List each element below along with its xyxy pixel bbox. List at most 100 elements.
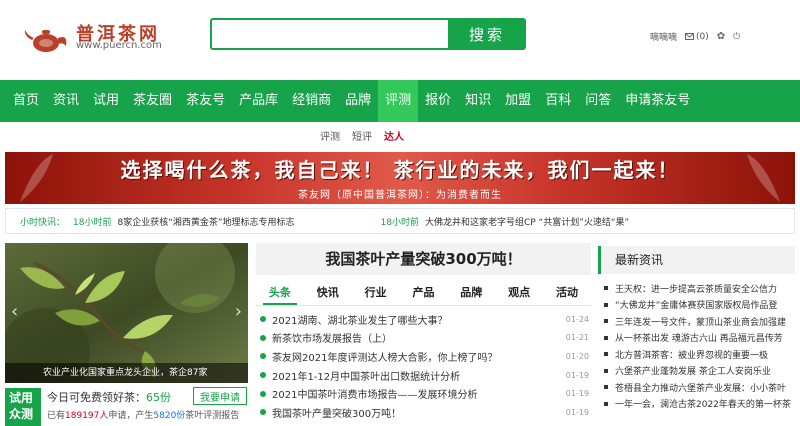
tab-products[interactable]: 产品 [406, 282, 440, 305]
list-item[interactable]: 茶友网2021年度评测达人榜大合影，你上榜了吗？ 01-20 [256, 347, 591, 366]
featured-photo[interactable]: ‹ › 农业产业化国家重点龙头企业，茶企87家 [5, 243, 248, 383]
trial-badge-bottom: 众测 [9, 407, 34, 421]
flash-item[interactable]: 大佛龙井和这家老字号组CP “共富计划”火速结“果” [425, 215, 629, 228]
tab-brands[interactable]: 品牌 [454, 282, 488, 305]
news-date: 01-20 [565, 351, 589, 361]
nav-item-wiki[interactable]: 百科 [538, 80, 578, 122]
banner-title: 选择喝什么茶，我自己来！ 茶行业的未来，我们一起来！ [120, 158, 680, 182]
site-header: 普洱茶网 www.puercn.com 搜索 嘀嘀嘀 (0) ✿ ⏻ [0, 0, 800, 80]
trial-section: 试用 众测 今日可免费领好茶：65份 我要申请 已有189197人申请，产生58… [5, 386, 248, 426]
latest-news-item[interactable]: 苍梧县全力推动六堡茶产业发展：小小茶叶 [615, 381, 786, 394]
settings-icon[interactable]: ✿ [717, 31, 725, 42]
list-item[interactable]: 北方普洱茶客：被业界忽视的重要一极 [598, 346, 795, 363]
list-item[interactable]: 2021湖南、湖北茶业发生了哪些大事？ 01-24 [256, 310, 591, 329]
subnav-item-experts[interactable]: 达人 [384, 128, 404, 143]
subnav-item-short-reviews[interactable]: 短评 [352, 128, 372, 143]
latest-news-item[interactable]: 三年连发一号文件，蒙顶山茶业商会加强建 [615, 315, 786, 328]
tab-events[interactable]: 活动 [550, 282, 584, 305]
bullet-icon [260, 353, 266, 360]
list-item[interactable]: 2021年1-12月中国茶叶出口数据统计分析 01-19 [256, 366, 591, 385]
latest-news-item[interactable]: 王天权：进一步提高云茶质量安全公信力 [615, 282, 777, 295]
flash-time: 18小时前 [73, 217, 112, 228]
bullet-icon [260, 390, 266, 397]
latest-news-title: 最新资讯 [598, 246, 795, 274]
next-arrow-icon[interactable]: › [235, 301, 242, 322]
trial-stats: 已有189197人申请，产生5820份茶叶评测报告 [47, 408, 239, 421]
nav-item-franchise[interactable]: 加盟 [498, 80, 538, 122]
nav-item-dealers[interactable]: 经销商 [285, 80, 338, 122]
headline-title[interactable]: 我国茶叶产量突破300万吨！ [256, 243, 591, 275]
nav-item-news[interactable]: 资讯 [46, 80, 86, 122]
nav-item-prices[interactable]: 报价 [418, 80, 458, 122]
bullet-icon [260, 316, 266, 323]
nav-item-knowledge[interactable]: 知识 [458, 80, 498, 122]
latest-news-item[interactable]: 六堡茶产业蓬勃发展 茶企工人安岗乐业 [615, 364, 771, 377]
bullet-icon [604, 385, 608, 390]
search-box [210, 18, 450, 50]
news-title[interactable]: 2021湖南、湖北茶业发生了哪些大事？ [272, 312, 566, 327]
trial-applicants: 189197人 [65, 411, 109, 421]
latest-news-item[interactable]: “大佛龙井”金庸体赛获国家版权局作品登 [615, 298, 777, 311]
trial-title: 今日可免费领好茶：65份 [47, 389, 171, 405]
bullet-icon [604, 368, 608, 373]
latest-news-item[interactable]: 从一杯茶出发 魂游古六山 再品福元昌传芳 [615, 331, 783, 344]
logout-icon[interactable]: ⏻ [733, 32, 740, 42]
user-name-link[interactable]: 嘀嘀嘀 [650, 30, 677, 43]
latest-news-item[interactable]: 一年一会，澜沧古茶2022年春天的第一杯茶 [615, 397, 791, 410]
nav-item-tea-circle[interactable]: 茶友圈 [126, 80, 179, 122]
news-title[interactable]: 我国茶叶产量突破300万吨！ [272, 405, 566, 420]
news-title[interactable]: 2021年1-12月中国茶叶出口数据统计分析 [272, 368, 566, 383]
nav-item-reviews[interactable]: 评测 [378, 80, 419, 122]
nav-item-home[interactable]: 首页 [6, 80, 46, 122]
flash-time: 18小时前 [380, 217, 419, 228]
bullet-icon [260, 409, 266, 416]
news-date: 01-19 [565, 407, 589, 417]
list-item[interactable]: 2021中国茶叶消费市场报告——发展环境分析 01-19 [256, 384, 591, 403]
nav-item-products[interactable]: 产品库 [232, 80, 285, 122]
nav-item-brands[interactable]: 品牌 [338, 80, 378, 122]
user-bar: 嘀嘀嘀 (0) ✿ ⏻ [650, 30, 740, 43]
list-item[interactable]: 王天权：进一步提高云茶质量安全公信力 [598, 280, 795, 297]
list-item[interactable]: 六堡茶产业蓬勃发展 茶企工人安岗乐业 [598, 363, 795, 380]
news-title[interactable]: 2021中国茶叶消费市场报告——发展环境分析 [272, 386, 566, 401]
flash-item[interactable]: 8家企业获核“湘西黄金茶”地理标志专用标志 [117, 215, 294, 228]
bullet-icon [604, 352, 608, 357]
trial-title-prefix: 今日可免费领好茶： [47, 391, 146, 404]
bullet-icon [260, 372, 266, 379]
list-item[interactable]: 从一杯茶出发 魂游古六山 再品福元昌传芳 [598, 330, 795, 347]
prev-arrow-icon[interactable]: ‹ [11, 301, 18, 322]
trial-stats-text: 申请，产生 [108, 411, 154, 421]
tab-flash[interactable]: 快讯 [311, 282, 345, 305]
nav-item-tea-account[interactable]: 茶友号 [179, 80, 232, 122]
tab-headlines[interactable]: 头条 [262, 282, 297, 305]
list-item[interactable]: 三年连发一号文件，蒙顶山茶业商会加强建 [598, 313, 795, 330]
flash-label: 小时快讯： [20, 217, 66, 228]
mail-link[interactable]: (0) [685, 32, 709, 42]
bullet-icon [604, 335, 608, 340]
tab-industry[interactable]: 行业 [359, 282, 393, 305]
list-item[interactable]: 苍梧县全力推动六堡茶产业发展：小小茶叶 [598, 379, 795, 396]
promo-banner[interactable]: 选择喝什么茶，我自己来！ 茶行业的未来，我们一起来！ 茶友网（原中国普洱茶网）：… [5, 152, 795, 204]
site-logo[interactable]: 普洱茶网 www.puercn.com [22, 20, 172, 60]
nav-item-qa[interactable]: 问答 [578, 80, 618, 122]
nav-item-apply-account[interactable]: 申请茶友号 [618, 80, 697, 122]
trial-badge: 试用 众测 [5, 388, 41, 426]
bullet-icon [604, 286, 608, 291]
list-item[interactable]: 一年一会，澜沧古茶2022年春天的第一杯茶 [598, 396, 795, 413]
search-input[interactable] [212, 20, 450, 48]
nav-item-trial[interactable]: 试用 [86, 80, 126, 122]
search-button[interactable]: 搜索 [448, 18, 526, 50]
news-title[interactable]: 茶友网2021年度评测达人榜大合影，你上榜了吗？ [272, 349, 566, 364]
news-title[interactable]: 新茶饮市场发展报告（上） [272, 330, 566, 345]
list-item[interactable]: “大佛龙井”金庸体赛获国家版权局作品登 [598, 297, 795, 314]
latest-news-item[interactable]: 北方普洱茶客：被业界忽视的重要一极 [615, 348, 768, 361]
banner-subtitle: 茶友网（原中国普洱茶网）：为消费者而生 [298, 190, 502, 201]
news-list: 2021湖南、湖北茶业发生了哪些大事？ 01-24 新茶饮市场发展报告（上） 01-… [256, 310, 591, 422]
subnav-item-reviews[interactable]: 评测 [320, 128, 340, 143]
list-item[interactable]: 我国茶叶产量突破300万吨！ 01-19 [256, 403, 591, 422]
apply-button[interactable]: 我要申请 [193, 387, 247, 405]
list-item[interactable]: 新茶饮市场发展报告（上） 01-21 [256, 329, 591, 348]
tab-opinions[interactable]: 观点 [502, 282, 536, 305]
photo-caption[interactable]: 农业产业化国家重点龙头企业，茶企87家 [5, 363, 248, 383]
trial-stats-text: 已有 [47, 411, 66, 421]
